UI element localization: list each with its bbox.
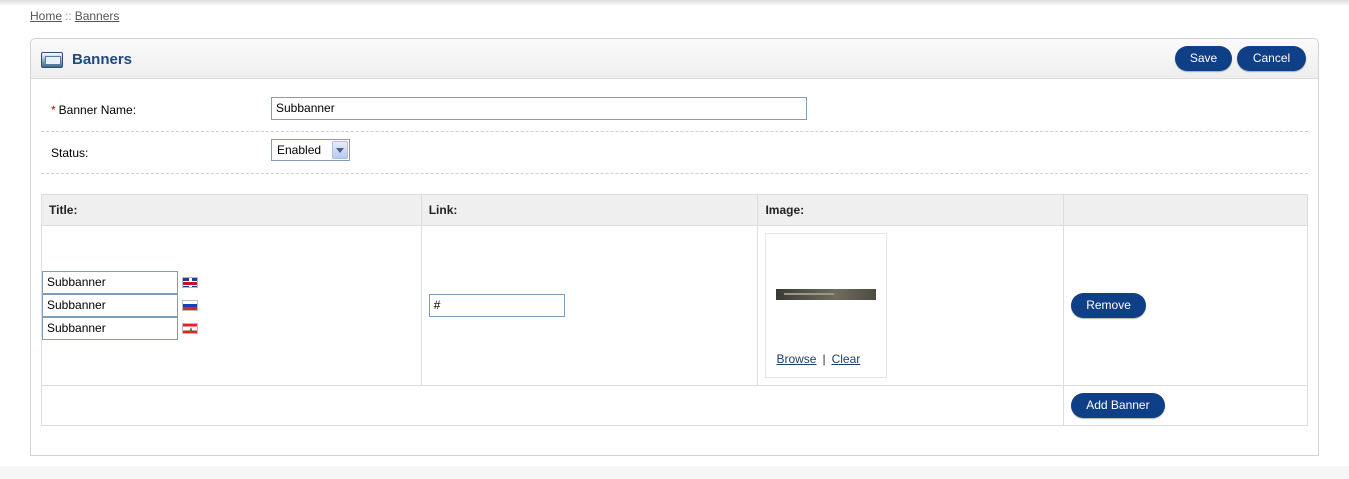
title-line-lb: Subbanner (42, 317, 421, 340)
add-banner-button[interactable]: Add Banner (1071, 393, 1165, 418)
banner-name-label: * Banner Name: (51, 103, 136, 117)
title-input-en[interactable]: Subbanner (42, 271, 178, 294)
status-selected-value: Enabled (277, 143, 322, 157)
banner-name-row: * Banner Name: Subbanner (41, 79, 1308, 132)
title-input-lb[interactable]: Subbanner (42, 317, 178, 340)
banner-module-icon (41, 52, 63, 68)
title-cell: Subbanner Subbanner Subbanner (41, 225, 422, 386)
column-header-title: Title: (41, 194, 422, 226)
browse-link[interactable]: Browse (776, 352, 816, 366)
action-cell: Remove (1063, 225, 1308, 386)
banner-form-panel: Banners Save Cancel * Banner Name: Subban… (30, 38, 1319, 456)
banner-images-table: Title: Link: Image: Subbanner Subbanner (40, 194, 1308, 426)
column-header-image: Image: (757, 194, 1065, 226)
image-cell: Browse | Clear (757, 225, 1065, 386)
status-label: Status: (51, 146, 89, 160)
uk-flag-icon (182, 277, 198, 288)
image-actions: Browse | Clear (776, 352, 860, 366)
column-header-action (1063, 194, 1308, 226)
breadcrumb-banners-link[interactable]: Banners (75, 9, 120, 23)
title-line-ru: Subbanner (42, 294, 421, 317)
top-shade (0, 0, 1349, 6)
russia-flag-icon (182, 300, 198, 311)
banner-name-label-text: Banner Name: (58, 103, 137, 117)
bottom-shade (0, 466, 1349, 479)
image-actions-separator: | (822, 352, 826, 366)
title-input-ru[interactable]: Subbanner (42, 294, 178, 317)
table-header-row: Title: Link: Image: (41, 194, 1308, 226)
required-marker: * (51, 103, 56, 117)
add-cell: Add Banner (1063, 385, 1308, 426)
breadcrumb-home-link[interactable]: Home (30, 9, 62, 23)
chevron-down-icon[interactable] (332, 141, 348, 159)
link-cell: # (420, 225, 759, 386)
image-preview-box: Browse | Clear (765, 233, 888, 378)
footer-empty-cell (40, 385, 1065, 426)
cancel-button[interactable]: Cancel (1237, 46, 1306, 71)
link-input[interactable]: # (428, 294, 565, 317)
status-select[interactable]: Enabled (271, 139, 350, 161)
remove-button[interactable]: Remove (1071, 293, 1146, 318)
breadcrumb: Home:: Banners (30, 9, 119, 23)
banner-thumbnail (776, 289, 877, 300)
page-title: Banners (72, 51, 133, 68)
title-line-en: Subbanner (42, 271, 421, 294)
panel-heading: Banners Save Cancel (31, 39, 1318, 79)
breadcrumb-separator: :: (65, 9, 72, 23)
lebanon-flag-icon (182, 323, 198, 334)
save-button[interactable]: Save (1175, 46, 1232, 71)
column-header-link: Link: (420, 194, 759, 226)
banner-name-input[interactable]: Subbanner (271, 97, 807, 120)
table-row: Subbanner Subbanner Subbanner # Browse |… (41, 225, 1308, 386)
clear-link[interactable]: Clear (832, 352, 861, 366)
status-row: Status: Enabled (41, 132, 1308, 174)
table-footer-row: Add Banner (40, 385, 1308, 426)
